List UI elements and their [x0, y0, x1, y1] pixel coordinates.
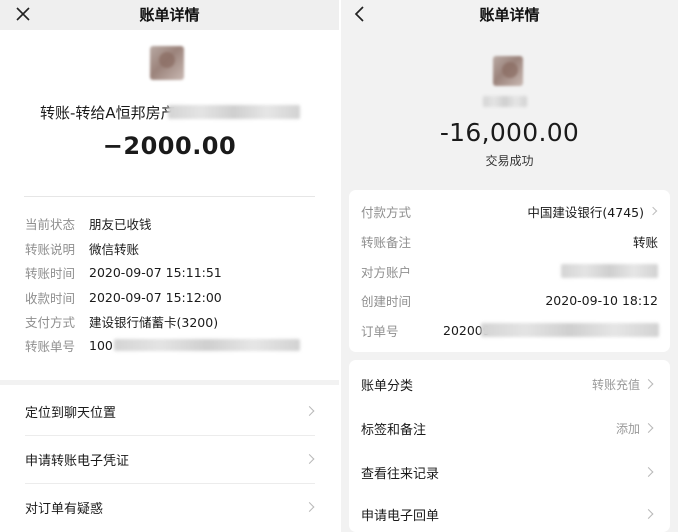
locate-chat-position-item[interactable]: 定位到聊天位置	[0, 387, 339, 435]
left-action-list: 定位到聊天位置 申请转账电子凭证 对订单有疑惑	[0, 385, 339, 532]
transaction-detail-card: 付款方式 中国建设银行(4745) 转账备注 转账 对方账户 创建时间 2020…	[349, 190, 670, 352]
action-label: 对订单有疑惑	[25, 501, 104, 517]
detail-value: 建设银行储蓄卡(3200)	[89, 314, 219, 330]
request-transfer-voucher-item[interactable]: 申请转账电子凭证	[0, 435, 339, 483]
action-label: 定位到聊天位置	[25, 405, 117, 421]
detail-label: 订单号	[361, 323, 399, 339]
order-question-item[interactable]: 对订单有疑惑	[0, 483, 339, 531]
detail-value: 中国建设银行(4745)	[527, 204, 644, 220]
redacted-transfer-number	[114, 339, 300, 351]
right-action-list: 账单分类 转账充值 标签和备注 添加 查看往来记录 申请电子回单	[349, 360, 670, 532]
request-e-receipt-item[interactable]: 申请电子回单	[361, 492, 658, 532]
transfer-title: 转账-转给A恒邦房产	[40, 104, 176, 122]
chevron-right-icon	[304, 454, 315, 464]
detail-row-transfer-time: 转账时间 2020-09-07 15:11:51	[25, 261, 222, 283]
detail-label: 转账单号	[25, 338, 76, 354]
detail-value: 微信转账	[89, 241, 140, 257]
action-label: 申请电子回单	[361, 508, 440, 524]
right-bill-detail-screen: 账单详情 -16,000.00 交易成功 付款方式 中国建设银行(4745) 转…	[341, 0, 678, 532]
detail-label: 转账时间	[25, 265, 76, 281]
detail-label: 支付方式	[25, 314, 76, 330]
action-label: 申请转账电子凭证	[25, 453, 130, 469]
detail-row-payment-method: 支付方式 建设银行储蓄卡(3200)	[25, 310, 218, 332]
detail-row-receive-time: 收款时间 2020-09-07 15:12:00	[25, 286, 222, 308]
chevron-right-icon	[304, 406, 315, 416]
action-hint: 转账充值	[591, 377, 640, 392]
action-hint: 添加	[615, 421, 640, 436]
payee-avatar	[150, 46, 184, 80]
detail-label: 转账备注	[361, 234, 412, 250]
detail-label: 创建时间	[361, 293, 412, 309]
detail-value: 转账	[632, 234, 658, 250]
detail-row-description: 转账说明 微信转账	[25, 237, 139, 259]
action-label: 查看往来记录	[361, 466, 440, 482]
chevron-right-icon	[643, 379, 654, 389]
bill-category-item[interactable]: 账单分类 转账充值	[361, 362, 658, 406]
detail-label: 付款方式	[361, 204, 412, 220]
page-title: 账单详情	[479, 6, 540, 24]
detail-label: 收款时间	[25, 290, 76, 306]
chevron-right-icon	[643, 467, 654, 477]
section-divider	[24, 196, 315, 197]
detail-value: 2020-09-07 15:12:00	[89, 289, 222, 305]
payee-avatar	[493, 56, 523, 86]
view-history-item[interactable]: 查看往来记录	[361, 450, 658, 494]
detail-label: 当前状态	[25, 216, 76, 232]
chevron-right-icon	[643, 509, 654, 519]
tags-and-notes-item[interactable]: 标签和备注 添加	[361, 406, 658, 450]
action-label: 账单分类	[361, 378, 414, 394]
right-nav-bar: 账单详情	[341, 0, 678, 30]
transaction-amount: -16,000.00	[439, 118, 580, 147]
redacted-order-number	[481, 323, 659, 337]
detail-value: 朋友已收钱	[89, 216, 152, 232]
redacted-counterparty-account	[561, 264, 658, 278]
detail-label: 对方账户	[361, 264, 412, 280]
detail-row-transfer-number: 转账单号 100	[25, 334, 113, 356]
action-label: 标签和备注	[361, 422, 427, 438]
detail-value: 2020-09-10 18:12	[545, 292, 658, 308]
page-title: 账单详情	[139, 6, 200, 24]
detail-row-payment-method[interactable]: 付款方式 中国建设银行(4745)	[361, 200, 658, 222]
detail-value: 100	[89, 337, 113, 353]
transfer-amount: −2000.00	[102, 132, 237, 160]
detail-row-status: 当前状态 朋友已收钱	[25, 212, 152, 234]
chevron-right-icon	[648, 206, 658, 216]
chevron-right-icon	[643, 423, 654, 433]
chevron-right-icon	[304, 502, 315, 512]
detail-value: 2020-09-07 15:11:51	[89, 264, 222, 280]
detail-row-created-time: 创建时间 2020-09-10 18:12	[361, 289, 658, 311]
left-bill-detail-screen: 账单详情 转账-转给A恒邦房产 −2000.00 当前状态 朋友已收钱 转账说明…	[0, 0, 339, 532]
detail-label: 转账说明	[25, 241, 76, 257]
redacted-payee-name	[168, 105, 300, 119]
detail-row-transfer-note: 转账备注 转账	[361, 230, 658, 252]
redacted-payee-name	[483, 96, 527, 107]
left-nav-bar: 账单详情	[0, 0, 339, 30]
transaction-status: 交易成功	[485, 154, 534, 168]
